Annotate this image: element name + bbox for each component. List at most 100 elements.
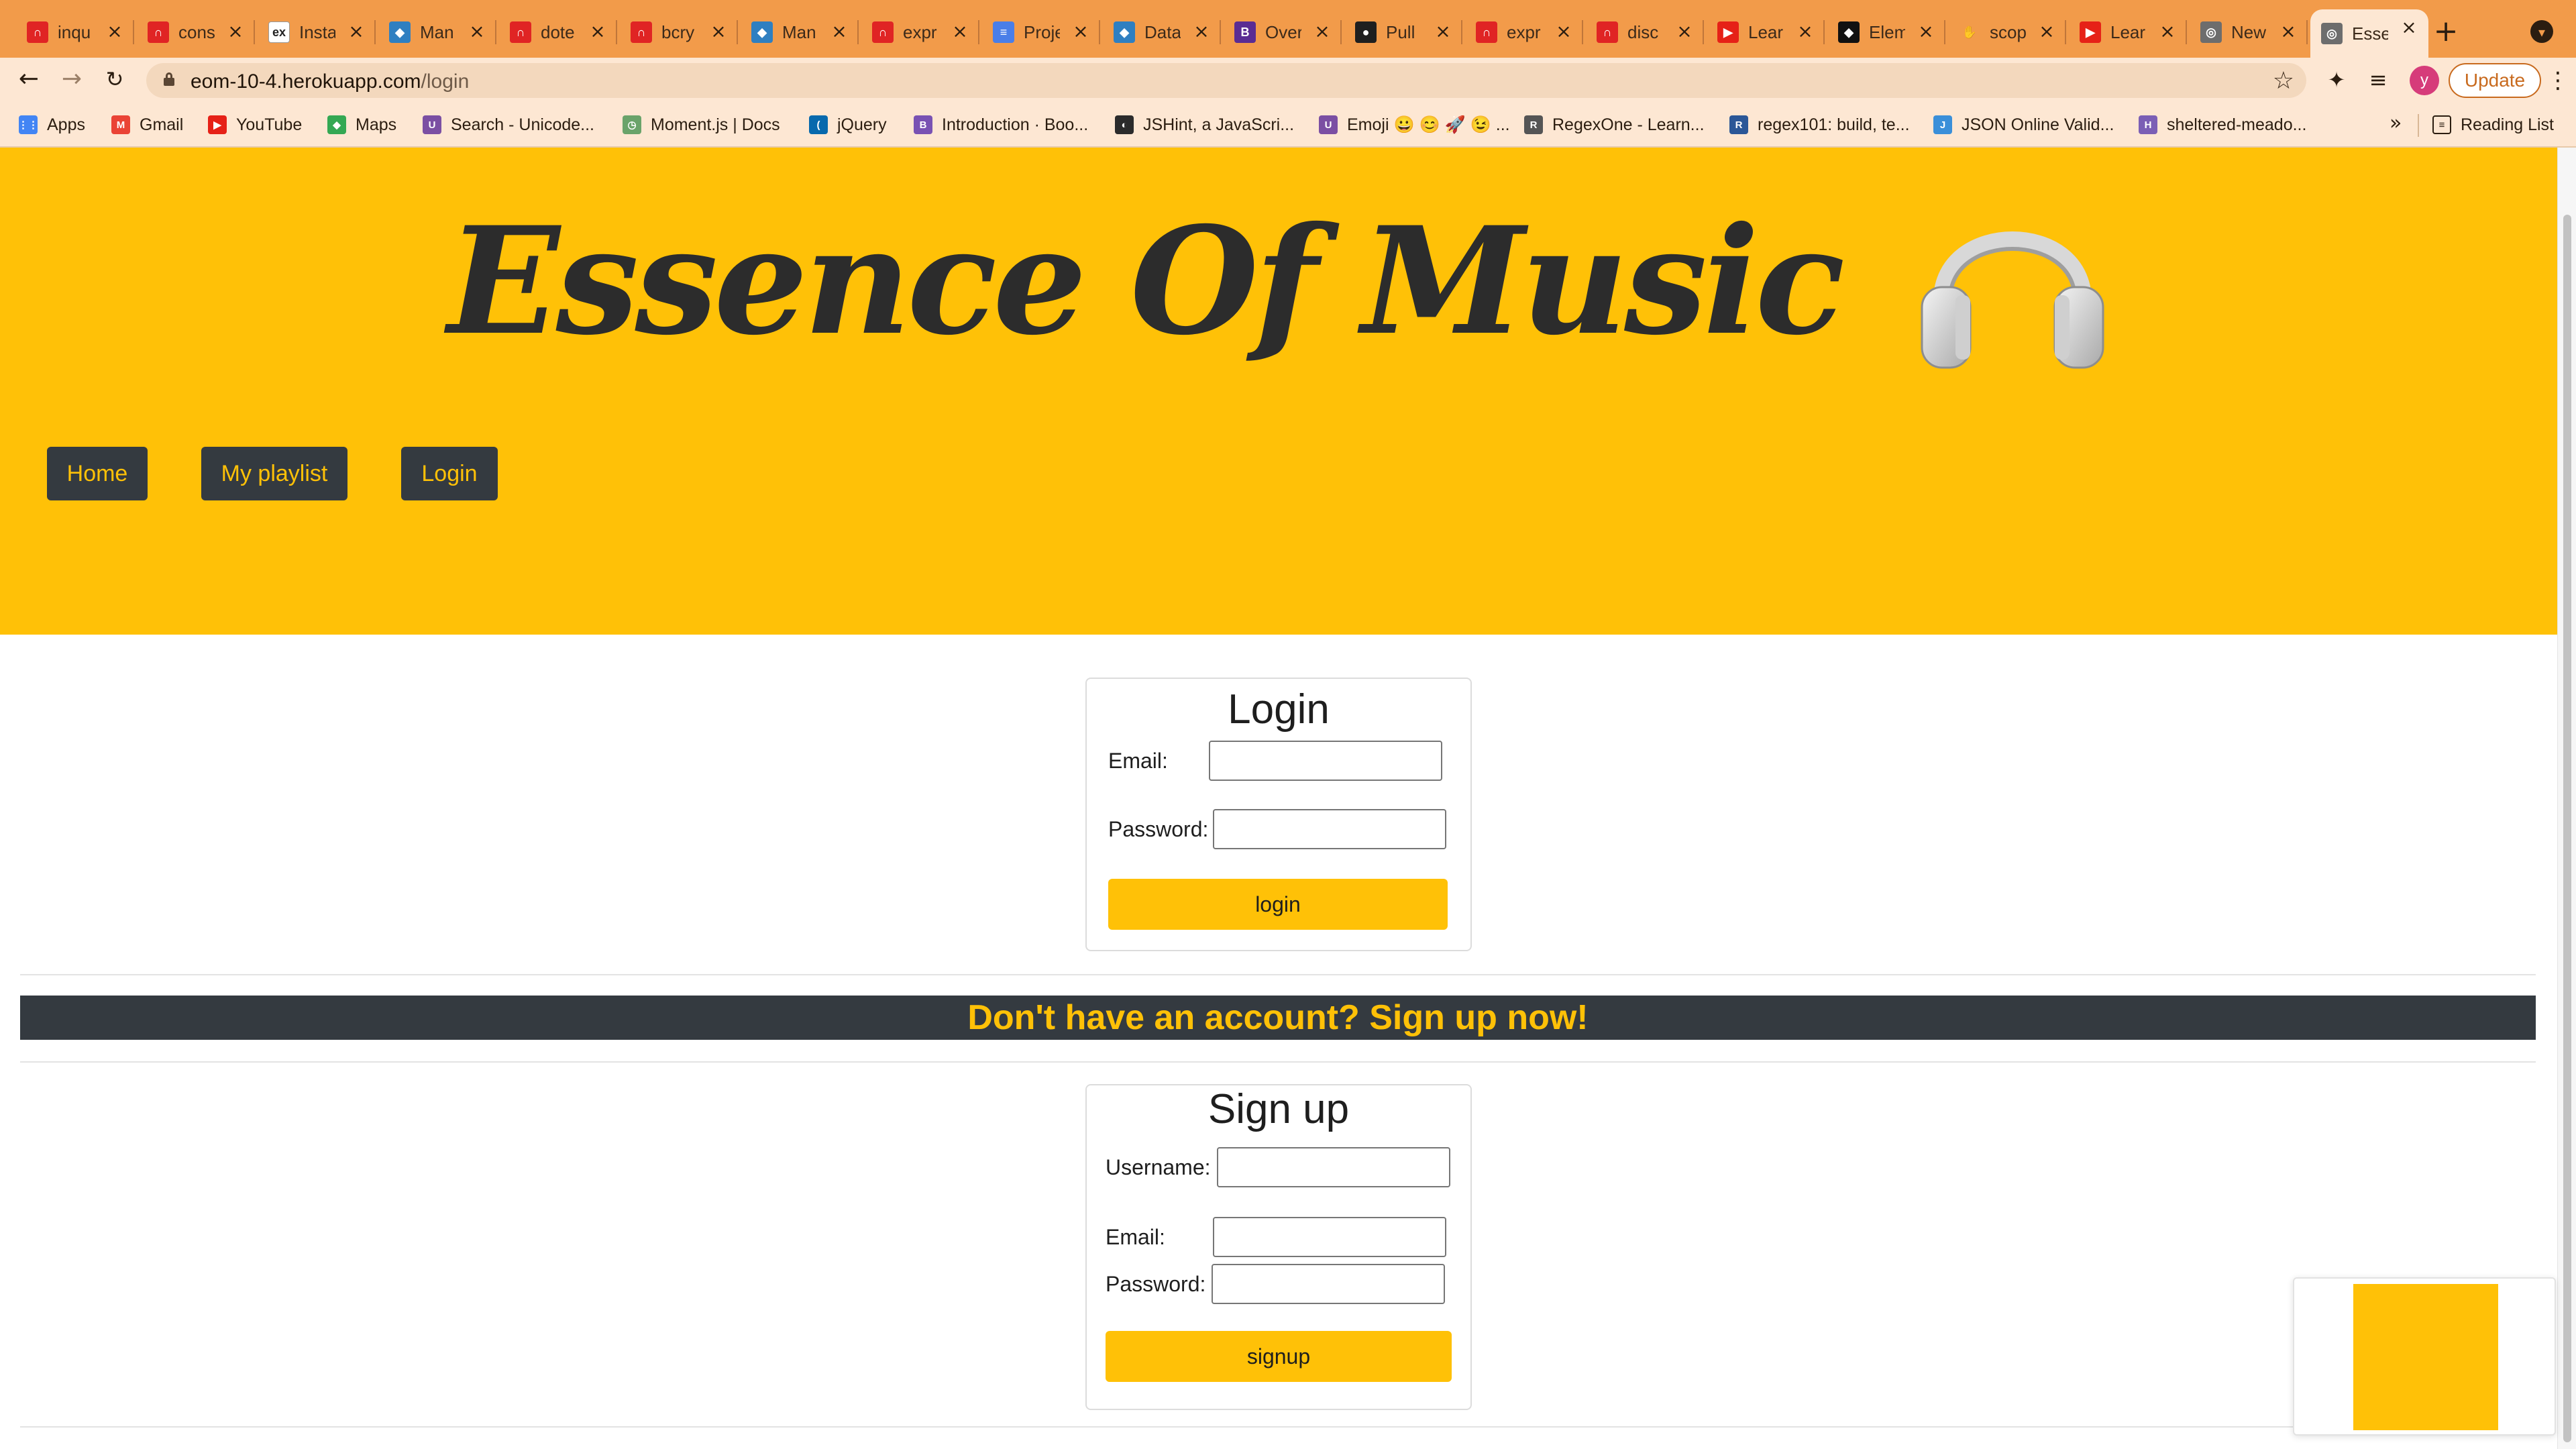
bookmark-item[interactable]: Hsheltered-meado... [2139,113,2306,137]
login-email-input[interactable] [1209,741,1442,781]
cube-icon: ◆ [751,21,773,43]
browser-tab[interactable]: ◆ Man × [378,13,496,51]
bookmark-item[interactable]: (jQuery [809,113,887,137]
forward-icon[interactable]: → [56,64,87,95]
browser-tab[interactable]: ◎ New × [2190,13,2308,51]
tab-separator [1703,20,1704,44]
close-tab-icon[interactable]: × [467,21,487,42]
reading-list-button[interactable]: ≡ Reading List [2432,113,2554,137]
bookmark-item[interactable]: ⋮⋮ Apps [18,113,85,137]
close-tab-icon[interactable]: × [1071,21,1091,42]
cube-icon: ◆ [389,21,411,43]
browser-tab[interactable]: ≡ Proje × [982,13,1100,51]
nav-my-playlist-button[interactable]: My playlist [201,447,347,500]
browser-tab[interactable]: ◆ Man × [741,13,859,51]
back-icon[interactable]: ← [13,64,44,95]
close-tab-icon[interactable]: × [1916,21,1936,42]
close-tab-icon[interactable]: × [346,21,366,42]
browser-tab[interactable]: ◆ Data × [1103,13,1221,51]
tab-separator [1099,20,1100,44]
media-queue-icon[interactable]: ≡ [2364,66,2392,94]
close-tab-icon[interactable]: × [1554,21,1574,42]
browser-tab[interactable]: ▶ Lear × [2069,13,2187,51]
browser-tab[interactable]: ∩ dote × [499,13,617,51]
tab-title: bcry [661,21,695,42]
reload-icon[interactable]: ↻ [99,64,130,95]
close-tab-icon[interactable]: × [1674,21,1695,42]
close-tab-icon[interactable]: × [1795,21,1815,42]
bookmark-item[interactable]: M Gmail [111,113,183,137]
address-bar[interactable]: eom-10-4.herokuapp.com/login ☆ [146,63,2306,98]
json-icon: J [1933,115,1952,134]
bookmark-item[interactable]: ▶ YouTube [208,113,302,137]
close-tab-icon[interactable]: × [2157,21,2178,42]
browser-tab[interactable]: ▶ Lear × [1707,13,1825,51]
bookmarks-overflow-icon[interactable]: » [2390,111,2402,135]
close-tab-icon[interactable]: × [588,21,608,42]
browser-tab[interactable]: ✋ scop × [1948,13,2066,51]
bookmark-label: Search - Unicode... [451,115,594,134]
browser-menu-icon[interactable]: ⋮ [2546,64,2569,97]
scrollbar-thumb[interactable] [2563,215,2571,1442]
browser-tab[interactable]: ◎ Esse × [2310,9,2428,58]
github-icon: ● [1355,21,1377,43]
bookmark-label: JSHint, a JavaScri... [1143,115,1295,134]
new-tab-button[interactable]: + [2430,16,2462,48]
bookmark-star-icon[interactable]: ☆ [2273,67,2294,95]
extensions-icon[interactable]: ✦ [2322,66,2351,94]
signup-title: Sign up [1208,1086,1350,1132]
bookmark-label: jQuery [837,115,887,134]
update-button[interactable]: Update [2449,63,2541,98]
tab-title: scop [1990,21,2026,42]
bookmark-item[interactable]: B Introduction · Boo... [914,113,1088,137]
profile-avatar[interactable]: y [2410,66,2439,95]
close-tab-icon[interactable]: × [829,21,849,42]
close-tab-icon[interactable]: × [225,21,246,42]
signup-email-input[interactable] [1213,1217,1446,1257]
bookmark-item[interactable]: ◷ Moment.js | Docs [623,113,780,137]
close-tab-icon[interactable]: × [2037,21,2057,42]
bookmark-item[interactable]: U Emoji 😀 😊 🚀 😉 ... [1319,113,1510,137]
youtube-icon: ▶ [2080,21,2101,43]
close-tab-icon[interactable]: × [950,21,970,42]
login-button[interactable]: login [1108,879,1448,930]
browser-tab[interactable]: B Over × [1224,13,1342,51]
globe-icon: ◎ [2321,23,2343,44]
site-header: Essence Of Music Home My playlist Login [0,148,2557,635]
bookmark-item[interactable]: J JSON Online Valid... [1933,113,2114,137]
bookmark-item[interactable]: ◆ Maps [327,113,396,137]
bookmark-item[interactable]: U Search - Unicode... [423,113,594,137]
browser-tab[interactable]: ∩ expr × [861,13,979,51]
tab-search-icon[interactable]: ▾ [2530,20,2553,43]
bookmark-item[interactable]: Rregex101: build, te... [1729,113,1910,137]
login-password-input[interactable] [1213,809,1446,849]
nav-login-button[interactable]: Login [401,447,498,500]
browser-tab[interactable]: ◆ Elem × [1827,13,1945,51]
browser-tab[interactable]: ∩ disc × [1586,13,1704,51]
bookmark-label: Emoji 😀 😊 🚀 😉 ... [1347,115,1510,134]
close-tab-icon[interactable]: × [105,21,125,42]
browser-tab[interactable]: ∩ inqu × [16,13,134,51]
bookmark-item[interactable]: R RegexOne - Learn... [1524,113,1705,137]
close-tab-icon[interactable]: × [1433,21,1453,42]
browser-tab[interactable]: ex Insta × [258,13,376,51]
close-tab-icon[interactable]: × [708,21,729,42]
nav-home-button[interactable]: Home [47,447,148,500]
signup-button[interactable]: signup [1106,1331,1452,1382]
bookmarks-bar: ⋮⋮ Apps M Gmail ▶ YouTube ◆ Maps U Search - Unico… [0,102,2576,148]
signup-username-label: Username: [1106,1155,1211,1179]
browser-tab[interactable]: ∩ expr × [1465,13,1583,51]
browser-tab[interactable]: ∩ cons × [137,13,255,51]
regex101-icon: R [1729,115,1748,134]
signup-username-input[interactable] [1217,1147,1450,1187]
signup-password-input[interactable] [1212,1264,1445,1304]
page-scrollbar[interactable] [2557,148,2576,1449]
close-tab-icon[interactable]: × [2278,21,2298,42]
close-tab-icon[interactable]: × [1312,21,1332,42]
close-tab-icon[interactable]: × [2399,17,2419,38]
browser-tab[interactable]: ● Pull × [1344,13,1462,51]
close-tab-icon[interactable]: × [1191,21,1212,42]
browser-tab[interactable]: ∩ bcry × [620,13,738,51]
bookmark-item[interactable]: ◐ JSHint, a JavaScri... [1115,113,1294,137]
tab-separator [374,20,376,44]
